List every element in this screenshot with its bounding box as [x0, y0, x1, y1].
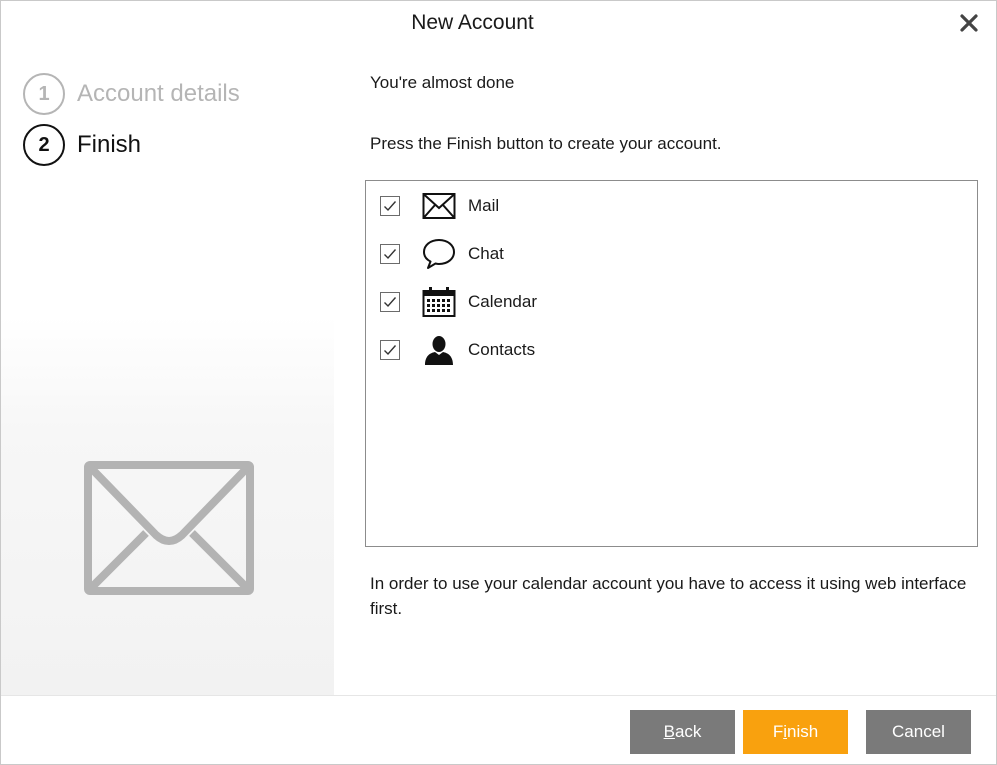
- calendar-icon: [422, 285, 456, 319]
- close-icon[interactable]: [957, 11, 981, 35]
- service-item-mail: Mail: [380, 189, 499, 223]
- service-label: Contacts: [468, 340, 536, 359]
- step-number-badge: 1: [23, 73, 65, 115]
- back-button[interactable]: Back: [630, 710, 735, 754]
- calendar-note: In order to use your calendar account yo…: [370, 574, 967, 618]
- service-item-chat: Chat: [380, 237, 504, 271]
- dialog-title: New Account: [411, 11, 534, 34]
- chat-checkbox[interactable]: [380, 244, 400, 264]
- wizard-steps-pane: 1 Account details 2 Finish: [1, 51, 334, 695]
- mail-icon: [422, 189, 456, 223]
- step-number-badge: 2: [23, 124, 65, 166]
- finish-button[interactable]: Finish: [743, 710, 848, 754]
- calendar-checkbox[interactable]: [380, 292, 400, 312]
- check-icon: [384, 249, 397, 260]
- person-icon: [422, 333, 456, 367]
- service-item-contacts: Contacts: [380, 333, 535, 367]
- service-label: Chat: [468, 244, 504, 263]
- instruction-text: Press the Finish button to create your a…: [370, 134, 722, 153]
- back-button-label: Back: [663, 722, 702, 741]
- finish-button-label: Finish: [772, 722, 819, 741]
- service-label: Mail: [468, 196, 500, 215]
- step-label: Account details: [77, 80, 240, 107]
- chat-bubble-icon: [422, 237, 456, 271]
- new-account-dialog: New Account 1 Account details 2 Finish Y…: [0, 0, 997, 765]
- service-label: Calendar: [468, 292, 537, 311]
- check-icon: [384, 201, 397, 212]
- envelope-illustration-icon: [84, 461, 254, 600]
- contacts-checkbox[interactable]: [380, 340, 400, 360]
- service-item-calendar: Calendar: [380, 285, 537, 319]
- services-list: Mail Chat Calendar Contacts: [365, 180, 978, 547]
- step-account-details: 1 Account details: [23, 73, 240, 115]
- cancel-button[interactable]: Cancel: [866, 710, 971, 754]
- footer-divider: [1, 695, 996, 696]
- check-icon: [384, 297, 397, 308]
- mail-checkbox[interactable]: [380, 196, 400, 216]
- check-icon: [384, 345, 397, 356]
- page-heading: You're almost done: [370, 73, 515, 92]
- step-finish: 2 Finish: [23, 124, 141, 166]
- step-label: Finish: [77, 131, 142, 158]
